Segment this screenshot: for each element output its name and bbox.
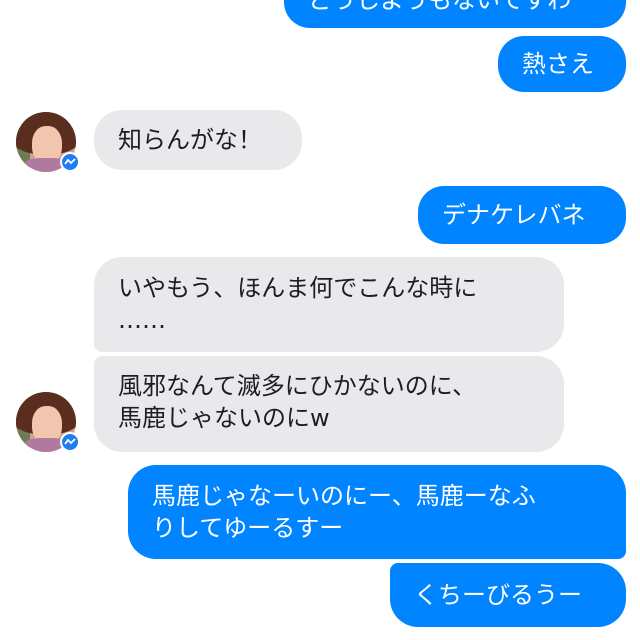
incoming-message[interactable]: 風邪なんて滅多にひかないのに、 馬鹿じゃないのにw	[94, 356, 564, 452]
message-text: くちーびるうー	[414, 581, 582, 609]
message-text: 知らんがな！	[118, 126, 262, 154]
message-text: デナケレバネ	[442, 201, 586, 229]
message-text-line-2: りしてゆーるすー	[152, 514, 344, 542]
message-text-line-1: いやもう、ほんま何でこんな時に	[118, 274, 478, 302]
message-text: どうしようもないですわ	[308, 0, 572, 14]
outgoing-message[interactable]: くちーびるうー	[390, 563, 626, 627]
outgoing-message[interactable]: デナケレバネ	[418, 186, 626, 244]
messenger-icon	[60, 152, 80, 172]
contact-avatar[interactable]	[16, 112, 80, 172]
outgoing-message[interactable]: どうしようもないですわ	[284, 0, 626, 28]
incoming-message[interactable]: 知らんがな！	[94, 110, 302, 170]
contact-avatar[interactable]	[16, 392, 80, 452]
chat-thread: どうしようもないですわ 熱さえ 知らんがな！ デナケレバネ いやもう、ほんま何で…	[0, 0, 640, 640]
outgoing-message[interactable]: 熱さえ	[498, 36, 626, 92]
message-text-line-1: 風邪なんて滅多にひかないのに、	[118, 372, 477, 400]
message-text: 熱さえ	[522, 50, 594, 78]
message-text-line-1: 馬鹿じゃなーいのにー、馬鹿ーなふ	[152, 482, 536, 510]
incoming-message[interactable]: いやもう、ほんま何でこんな時に ……	[94, 257, 564, 352]
message-text-line-2: 馬鹿じゃないのにw	[118, 404, 330, 432]
message-text-line-2: ……	[118, 306, 166, 334]
outgoing-message[interactable]: 馬鹿じゃなーいのにー、馬鹿ーなふ りしてゆーるすー	[128, 465, 626, 559]
messenger-icon	[60, 432, 80, 452]
